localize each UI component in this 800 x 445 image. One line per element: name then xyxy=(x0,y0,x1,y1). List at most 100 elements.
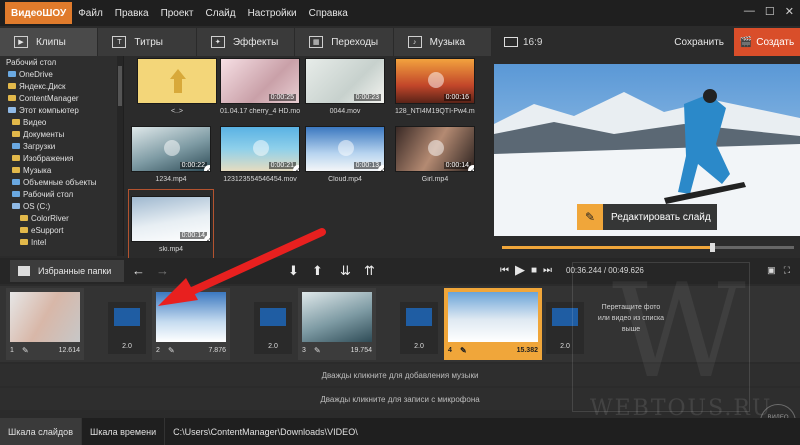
pencil-icon: ✎ xyxy=(577,204,603,230)
tree-item[interactable]: Объемные объекты xyxy=(0,176,123,188)
app-window: ВидеоШОУ Файл Правка Проект Слайд Настро… xyxy=(0,0,800,445)
create-button[interactable]: 🎬 Создать xyxy=(734,28,800,56)
thumbnail xyxy=(137,58,217,104)
move-all-up-icon[interactable]: ⇈ xyxy=(364,264,375,277)
selection-highlight xyxy=(128,189,214,259)
titles-icon: T xyxy=(112,36,127,48)
timeline-slide[interactable]: 1 ✎ 12.614 xyxy=(6,288,84,360)
tree-item[interactable]: Видео xyxy=(0,116,123,128)
tree-item[interactable]: ColorRiver xyxy=(0,212,123,224)
edit-slide-icon[interactable]: ✎ xyxy=(168,346,175,355)
timeline-transition[interactable]: 2.0 xyxy=(108,302,146,354)
scrollbar-thumb[interactable] xyxy=(118,66,122,106)
file-item[interactable]: 0:00:13 ✓ Cloud.mp4 xyxy=(305,126,385,183)
favorites-button[interactable]: Избранные папки xyxy=(10,260,124,282)
file-item[interactable]: 0:00:22 ✓ 1234.mp4 xyxy=(131,126,211,183)
menu-settings[interactable]: Настройки xyxy=(242,8,303,19)
forward-icon[interactable]: → xyxy=(156,264,169,277)
slide-thumbnail xyxy=(448,292,538,342)
tree-item[interactable]: Этот компьютер xyxy=(0,104,123,116)
tree-item[interactable]: Яндекс.Диск xyxy=(0,80,123,92)
thumbnail: 0:00:23 xyxy=(305,58,385,104)
tree-item[interactable]: OneDrive xyxy=(0,68,123,80)
move-down-icon[interactable]: ⬇ xyxy=(288,264,299,277)
snapshot-icon[interactable]: ▣ xyxy=(767,265,776,276)
edit-slide-icon[interactable]: ✎ xyxy=(314,346,321,355)
tab-time-timeline[interactable]: Шкала времени xyxy=(82,418,166,445)
app-logo: ВидеоШОУ xyxy=(5,2,73,24)
tab-label: Титры xyxy=(134,36,163,48)
previous-icon[interactable]: ⏮ xyxy=(500,265,509,276)
progress-knob[interactable] xyxy=(710,243,716,252)
tree-item[interactable]: Рабочий стол xyxy=(0,56,123,68)
tab-titles[interactable]: T Титры xyxy=(98,28,197,56)
aspect-ratio-selector[interactable]: 16:9 xyxy=(504,37,542,48)
play-icon[interactable]: ▶ xyxy=(515,262,525,278)
tab-clips[interactable]: ▶ Клипы xyxy=(0,28,99,56)
timeline-slide[interactable]: 2 ✎ 7.876 xyxy=(152,288,230,360)
menu-file[interactable]: Файл xyxy=(72,8,109,19)
file-item[interactable]: 0:00:16 128_NTI4M19QTI-Pw4.mp4 xyxy=(395,58,475,115)
file-item[interactable]: 0:00:25 01.04.17 cherry_4 HD.mov xyxy=(220,58,300,115)
tab-transitions[interactable]: ▦ Переходы xyxy=(295,28,394,56)
tree-item[interactable]: Документы xyxy=(0,128,123,140)
tree-item[interactable]: OS (C:) xyxy=(0,200,123,212)
menu-project[interactable]: Проект xyxy=(155,8,200,19)
fullscreen-icon[interactable]: ⛶ xyxy=(784,265,790,276)
close-icon[interactable]: ✕ xyxy=(785,5,794,18)
timeline-slide-active[interactable]: 4 ✎ 15.382 xyxy=(444,288,542,360)
tree-item[interactable]: Изображения xyxy=(0,152,123,164)
tab-slide-timeline[interactable]: Шкала слайдов xyxy=(0,418,82,445)
next-icon[interactable]: ⏭ xyxy=(543,265,552,276)
menu-edit[interactable]: Правка xyxy=(109,8,155,19)
tree-item[interactable]: Музыка xyxy=(0,164,123,176)
move-up-icon[interactable]: ⬆ xyxy=(312,264,323,277)
slide-thumbnail xyxy=(156,292,226,342)
folder-icon xyxy=(20,239,28,245)
file-item[interactable]: 0:00:21 ✓ 123123554546454.mov xyxy=(220,126,300,183)
music-icon: ♪ xyxy=(407,36,422,48)
menu-slide[interactable]: Слайд xyxy=(200,8,242,19)
tab-music[interactable]: ♪ Музыка xyxy=(393,28,493,56)
file-item-parent[interactable]: <..> xyxy=(137,58,217,115)
tree-item[interactable]: ContentManager xyxy=(0,92,123,104)
music-folder-icon xyxy=(12,167,20,173)
edit-slide-icon[interactable]: ✎ xyxy=(22,346,29,355)
thumbnail: 0:00:16 xyxy=(395,58,475,104)
maximize-icon[interactable]: ☐ xyxy=(765,5,775,18)
timeline-transition[interactable]: 2.0 xyxy=(400,302,438,354)
check-icon: ✓ xyxy=(293,165,299,171)
monitor-icon xyxy=(504,37,518,47)
thumbnail: 0:00:13 ✓ xyxy=(305,126,385,172)
tab-label: Эффекты xyxy=(232,36,279,48)
tree-item[interactable]: Рабочий стол xyxy=(0,188,123,200)
back-icon[interactable]: ← xyxy=(132,264,145,277)
tab-label: Музыка xyxy=(429,36,465,48)
play-icon xyxy=(338,140,354,156)
transition-icon xyxy=(406,308,432,326)
edit-slide-button[interactable]: ✎ Редактировать слайд xyxy=(577,204,717,230)
tab-effects[interactable]: ✦ Эффекты xyxy=(196,28,296,56)
check-icon: ✓ xyxy=(378,165,384,171)
current-path: C:\Users\ContentManager\Downloads\VIDEO\ xyxy=(173,426,358,437)
thumbnail: 0:00:14 ✓ xyxy=(395,126,475,172)
menu-help[interactable]: Справка xyxy=(303,8,354,19)
playback-progress[interactable] xyxy=(502,243,794,252)
timeline-transition[interactable]: 2.0 xyxy=(254,302,292,354)
save-button[interactable]: Сохранить xyxy=(674,37,724,48)
file-item[interactable]: 0:00:23 0044.mov xyxy=(305,58,385,115)
minimize-icon[interactable]: — xyxy=(744,5,755,18)
tree-scrollbar[interactable] xyxy=(117,56,123,256)
play-icon xyxy=(253,140,269,156)
edit-slide-icon[interactable]: ✎ xyxy=(460,346,467,355)
tree-item[interactable]: Intel xyxy=(0,236,123,248)
folder-icon xyxy=(20,215,28,221)
file-item[interactable]: 0:00:14 ✓ Girl.mp4 xyxy=(395,126,475,183)
move-all-down-icon[interactable]: ⇊ xyxy=(340,264,351,277)
tree-item[interactable]: eSupport xyxy=(0,224,123,236)
timeline-slide[interactable]: 3 ✎ 19.754 xyxy=(298,288,376,360)
bottom-bar: Шкала слайдов Шкала времени C:\Users\Con… xyxy=(0,418,800,445)
stop-icon[interactable]: ■ xyxy=(531,265,537,276)
tree-item[interactable]: Загрузки xyxy=(0,140,123,152)
menu-bar: ВидеоШОУ Файл Правка Проект Слайд Настро… xyxy=(0,0,800,26)
